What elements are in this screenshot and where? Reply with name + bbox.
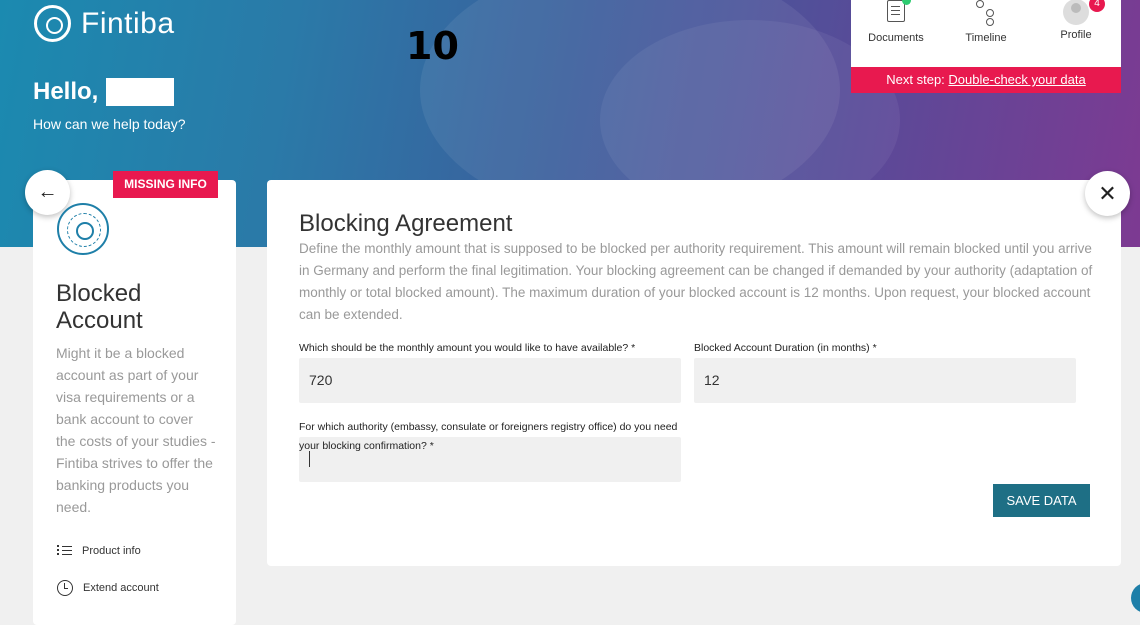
arrow-left-icon: ← bbox=[37, 181, 58, 203]
blocked-account-logo-icon bbox=[57, 203, 109, 255]
authority-label: For which authority (embassy, consulate … bbox=[299, 421, 678, 452]
monthly-amount-label: Which should be the monthly amount you w… bbox=[299, 342, 636, 354]
documents-icon bbox=[883, 0, 911, 28]
extend-account-label: Extend account bbox=[83, 582, 159, 594]
close-button[interactable]: ✕ bbox=[1085, 171, 1130, 216]
text-cursor bbox=[309, 451, 310, 467]
product-info-link[interactable]: Product info bbox=[57, 545, 141, 557]
clock-icon bbox=[57, 580, 73, 596]
next-step-link[interactable]: Double-check your data bbox=[948, 72, 1085, 87]
help-chat-button[interactable] bbox=[1131, 583, 1140, 613]
product-title: Blocked Account bbox=[56, 280, 143, 334]
list-icon bbox=[57, 545, 72, 557]
nav-documents[interactable]: Documents bbox=[856, 0, 936, 67]
greeting: Hello, bbox=[33, 78, 175, 106]
step-number-overlay: 10 bbox=[406, 24, 459, 68]
back-button[interactable]: ← bbox=[25, 170, 70, 215]
top-navigation: Documents Timeline 4 Profile Next step: … bbox=[851, 0, 1121, 93]
nav-profile[interactable]: 4 Profile bbox=[1036, 0, 1116, 67]
redacted-username bbox=[106, 78, 175, 106]
extend-account-link[interactable]: Extend account bbox=[57, 580, 159, 596]
nav-timeline[interactable]: Timeline bbox=[946, 0, 1026, 67]
monthly-amount-input[interactable]: 720 bbox=[299, 358, 681, 403]
next-step-bar: Next step: Double-check your data bbox=[851, 67, 1121, 93]
nav-profile-label: Profile bbox=[1060, 29, 1092, 41]
brand-name: Fintiba bbox=[81, 6, 175, 40]
profile-badge: 4 bbox=[1089, 0, 1105, 12]
missing-info-badge: MISSING INFO bbox=[113, 171, 218, 198]
greeting-text: Hello, bbox=[33, 78, 99, 105]
save-data-button[interactable]: SAVE DATA bbox=[993, 484, 1090, 517]
nav-documents-label: Documents bbox=[868, 32, 924, 44]
next-step-prefix: Next step: bbox=[886, 72, 945, 87]
profile-avatar-icon bbox=[1063, 0, 1089, 25]
notification-dot bbox=[902, 0, 911, 5]
greeting-subtitle: How can we help today? bbox=[33, 116, 186, 132]
fintiba-logo-icon bbox=[34, 5, 71, 42]
nav-timeline-label: Timeline bbox=[965, 32, 1007, 44]
form-title: Blocking Agreement bbox=[299, 210, 513, 237]
form-description: Define the monthly amount that is suppos… bbox=[299, 241, 1093, 322]
brand-logo[interactable]: Fintiba bbox=[34, 5, 175, 42]
duration-label: Blocked Account Duration (in months) * bbox=[694, 342, 877, 354]
timeline-icon bbox=[973, 0, 999, 28]
product-info-label: Product info bbox=[82, 545, 141, 557]
duration-input[interactable]: 12 bbox=[694, 358, 1076, 403]
product-description: Might it be a blocked account as part of… bbox=[56, 345, 216, 515]
close-icon: ✕ bbox=[1098, 180, 1117, 206]
